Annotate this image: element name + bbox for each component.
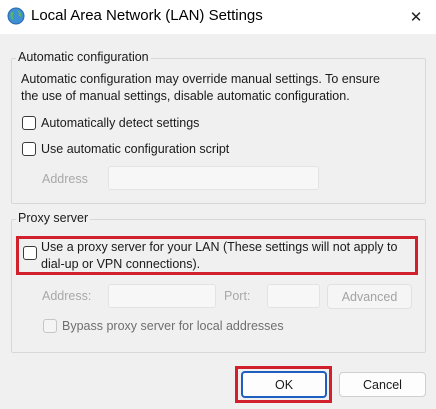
use-proxy-line-1: Use a proxy server for your LAN (These s… (41, 240, 398, 254)
ok-button[interactable]: OK (241, 371, 327, 398)
use-proxy-server-checkbox[interactable] (23, 246, 37, 260)
checkbox-box[interactable] (22, 116, 36, 130)
automatically-detect-settings-checkbox[interactable]: Automatically detect settings (22, 116, 199, 130)
proxy-address-label: Address: (42, 289, 92, 303)
use-automatic-configuration-script-checkbox[interactable]: Use automatic configuration script (22, 142, 229, 156)
description-line-1: Automatic configuration may override man… (21, 72, 380, 86)
proxy-server-legend: Proxy server (16, 211, 91, 225)
script-address-label: Address (42, 172, 88, 186)
cancel-button[interactable]: Cancel (339, 372, 426, 397)
proxy-port-label: Port: (224, 289, 251, 303)
close-icon: ✕ (409, 9, 423, 26)
automatic-configuration-description: Automatic configuration may override man… (21, 71, 421, 105)
proxy-port-field[interactable] (267, 284, 320, 308)
automatic-configuration-legend: Automatic configuration (16, 50, 151, 64)
bypass-proxy-checkbox[interactable]: Bypass proxy server for local addresses (43, 319, 284, 333)
use-proxy-server-label[interactable]: Use a proxy server for your LAN (These s… (41, 239, 417, 273)
use-automatic-configuration-script-label: Use automatic configuration script (41, 142, 230, 156)
advanced-button[interactable]: Advanced (327, 284, 412, 309)
close-button[interactable]: ✕ (403, 4, 429, 30)
network-globe-icon (7, 7, 25, 25)
script-address-field[interactable] (108, 166, 319, 190)
use-proxy-line-2: dial-up or VPN connections). (41, 257, 201, 271)
checkbox-box[interactable] (22, 142, 36, 156)
checkbox-box[interactable] (43, 319, 57, 333)
window-title: Local Area Network (LAN) Settings (31, 7, 263, 24)
bypass-proxy-label: Bypass proxy server for local addresses (62, 319, 284, 333)
proxy-address-field[interactable] (108, 284, 216, 308)
description-line-2: the use of manual settings, disable auto… (21, 89, 350, 103)
automatically-detect-settings-label: Automatically detect settings (41, 116, 200, 130)
